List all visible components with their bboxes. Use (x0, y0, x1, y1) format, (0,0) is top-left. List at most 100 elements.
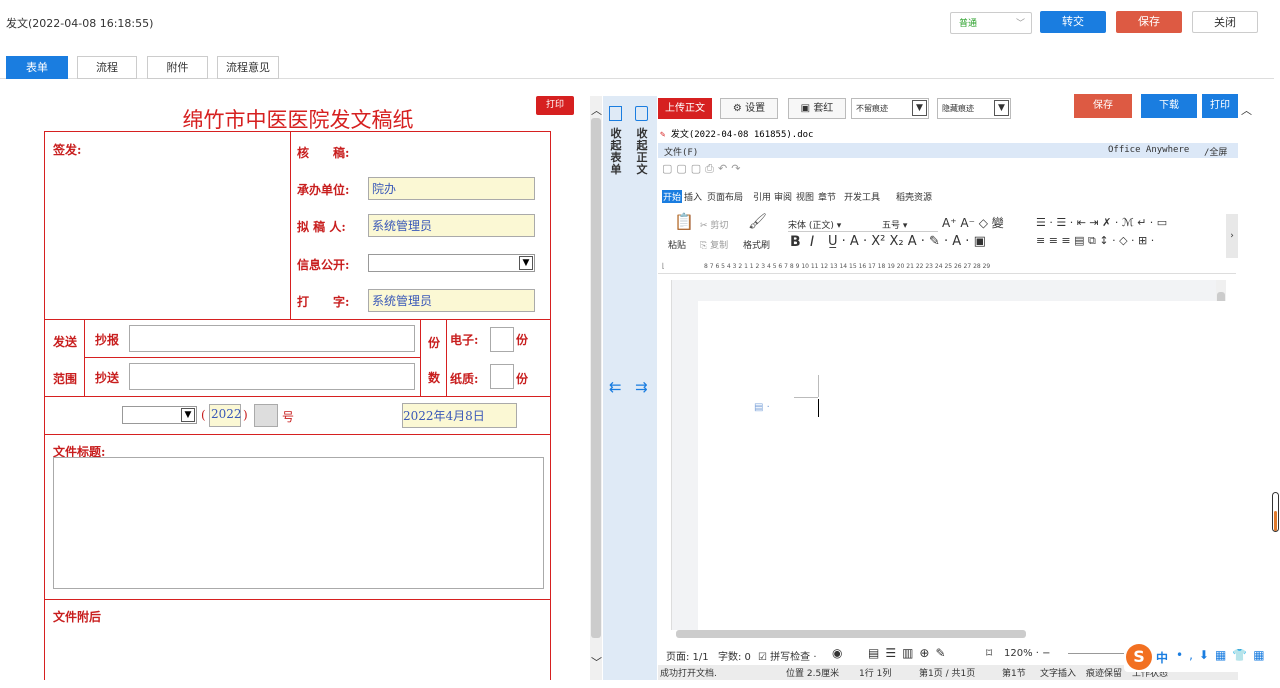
panel-scrollbar[interactable]: ︿ ﹀ (590, 96, 602, 680)
fullscreen-link[interactable]: /全屏 (1204, 145, 1227, 158)
view-mode-icons[interactable]: ▤☰▥⊕✎ (868, 646, 952, 660)
tab-stop-icon[interactable]: ⌊ (662, 262, 665, 270)
year-close: ) (243, 408, 248, 422)
red-header-button[interactable]: ▣ 套红 (788, 98, 846, 119)
cc-field[interactable] (129, 325, 415, 352)
spell-check-button[interactable]: ☑ 拼写检查 · (758, 648, 817, 663)
upload-body-button[interactable]: 上传正文 (658, 98, 712, 119)
horizontal-scrollbar[interactable] (674, 629, 1214, 638)
keep-trace-label: 不留痕迹 (856, 104, 888, 113)
copy-button[interactable]: ⎘ 复制 (700, 238, 728, 251)
office-print-button[interactable]: 打印 (1202, 94, 1238, 118)
collapse-body-icon[interactable] (635, 106, 648, 121)
paper-copies-field[interactable] (490, 364, 514, 389)
h-scroll-thumb[interactable] (676, 630, 1026, 638)
italic-icon[interactable]: I (810, 234, 814, 250)
doc-number-field[interactable] (254, 404, 278, 427)
cut-label: 剪切 (710, 221, 729, 231)
expand-right-icon[interactable]: ⇉ (635, 378, 648, 396)
sogou-logo-icon: S (1126, 644, 1152, 670)
quick-access-toolbar[interactable]: ▢▢▢⎙↶↷ (662, 162, 744, 176)
ime-lang[interactable]: 中 (1156, 649, 1168, 666)
paste-icon[interactable]: 📋 (674, 212, 694, 231)
document-page[interactable]: ▤ · (698, 301, 1226, 630)
font-format-icons[interactable]: A⁺ A⁻ ◇ 變 (942, 214, 1004, 231)
close-button[interactable]: 关闭 (1192, 11, 1258, 33)
doc-title-textarea[interactable] (53, 457, 544, 589)
expand-left-icon[interactable]: ⇇ (609, 378, 622, 396)
ime-toolbar[interactable]: S 中 •,⬇▦👕▦ (1124, 642, 1274, 672)
ribbon-tab-daoke[interactable]: 稻壳资源 (896, 190, 932, 203)
margin-mark-v (818, 375, 819, 397)
scroll-down-icon[interactable]: ﹀ (591, 654, 602, 670)
send-range-label: 发送 (53, 335, 78, 349)
settings-button[interactable]: ⚙ 设置 (720, 98, 778, 119)
tab-flow-opinions[interactable]: 流程意见 (217, 56, 279, 79)
ribbon-home: 📋 粘贴 ✂ 剪切 ⎘ 复制 🖌 格式刷 宋体 (正文) ▾ 五号 ▾ A⁺ A… (658, 208, 1230, 258)
tab-bar: 表单 流程 附件 流程意见 (0, 56, 1274, 79)
ime-tool-icons[interactable]: •,⬇▦👕▦ (1176, 648, 1271, 662)
cut-button[interactable]: ✂ 剪切 (700, 218, 728, 231)
paragraph-icons-bottom[interactable]: ≡ ≡ ≡ ▤ ⧉ ↕ · ◇ · ⊞ · (1036, 234, 1154, 248)
bcc-field[interactable] (129, 363, 415, 390)
font-name-select[interactable]: 宋体 (正文) ▾ (788, 218, 884, 232)
ribbon-tab-view[interactable]: 视图 (796, 190, 814, 203)
typist-label: 打 字: (297, 295, 350, 309)
text-style-icons[interactable]: U̲ · A · X² X₂ A · ✎ · A · ▣ (828, 234, 986, 249)
status-line-col: 1行 1列 (859, 669, 892, 679)
hide-trace-label: 隐藏痕迹 (942, 104, 974, 113)
electronic-copies-field[interactable] (490, 327, 514, 352)
year-field[interactable]: 2022 (209, 404, 242, 427)
ribbon-tab-dev[interactable]: 开发工具 (844, 190, 880, 203)
eye-icon[interactable]: ◉ (832, 646, 842, 660)
ribbon-expand-icon[interactable]: › (1226, 214, 1238, 258)
tab-attachments[interactable]: 附件 (147, 56, 208, 79)
zoom-level[interactable]: 120% · − (1004, 648, 1051, 659)
format-painter-label[interactable]: 格式刷 (743, 238, 770, 251)
hide-trace-select[interactable]: 隐藏痕迹 ▼ (937, 98, 1011, 119)
ribbon-tab-references[interactable]: 引用 (753, 190, 771, 203)
office-save-button[interactable]: 保存 (1074, 94, 1132, 118)
collapse-form-link[interactable]: 收起表单 (609, 128, 623, 176)
tab-flow[interactable]: 流程 (77, 56, 137, 79)
red-header-label: 套红 (813, 103, 834, 114)
office-scrollbar[interactable]: ︿ (1240, 96, 1254, 680)
bold-icon[interactable]: B (790, 234, 801, 250)
paste-label[interactable]: 粘贴 (668, 238, 686, 251)
fit-icon[interactable]: ⌑ (986, 646, 992, 660)
ribbon-tab-home[interactable]: 开始 (662, 190, 683, 203)
zoom-slider[interactable] (1068, 653, 1128, 654)
org-field[interactable]: 院办 (368, 177, 535, 200)
transfer-button[interactable]: 转交 (1040, 11, 1106, 33)
scroll-up-icon[interactable]: ︿ (591, 102, 602, 118)
download-button[interactable]: 下载 (1141, 94, 1197, 118)
mode-select[interactable]: 普通 ﹀ (950, 12, 1032, 34)
scroll-up-icon[interactable]: ︿ (1241, 102, 1252, 118)
doc-prefix-select[interactable]: ▼ (122, 406, 197, 424)
file-menu[interactable]: 文件(F) (664, 145, 698, 158)
public-select[interactable]: ▼ (368, 254, 535, 272)
ribbon-tab-insert[interactable]: 插入 (684, 190, 702, 203)
typist-field[interactable]: 系统管理员 (368, 289, 535, 312)
paste-options-icon[interactable]: ▤ · (754, 402, 770, 413)
ribbon-tab-chapter[interactable]: 章节 (818, 190, 836, 203)
ribbon-tab-review[interactable]: 审阅 (774, 190, 792, 203)
format-painter-icon[interactable]: 🖌 (748, 212, 767, 230)
paragraph-icons-top[interactable]: ☰ · ☰ · ⇤ ⇥ ✗ · ℳ ↵ · ▭ (1036, 216, 1167, 229)
cc-label: 抄报 (95, 333, 120, 347)
ribbon-tab-layout[interactable]: 页面布局 (707, 190, 743, 203)
collapse-form-icon[interactable] (609, 106, 622, 121)
spell-check-label: 拼写检查 (770, 652, 811, 663)
fullscreen-label: 全屏 (1209, 148, 1228, 158)
bcc-label: 抄送 (95, 371, 120, 385)
side-handle[interactable] (1272, 492, 1279, 532)
drafter-field[interactable]: 系统管理员 (368, 214, 535, 237)
print-button[interactable]: 打印 (536, 96, 574, 115)
collapse-body-link[interactable]: 收起正文 (635, 128, 649, 176)
tab-form[interactable]: 表单 (6, 56, 68, 79)
font-size-select[interactable]: 五号 ▾ (882, 218, 938, 232)
keep-trace-select[interactable]: 不留痕迹 ▼ (851, 98, 929, 119)
scroll-thumb[interactable] (591, 118, 601, 638)
save-button[interactable]: 保存 (1116, 11, 1182, 33)
date-field[interactable]: 2022年4月8日 (402, 403, 517, 428)
